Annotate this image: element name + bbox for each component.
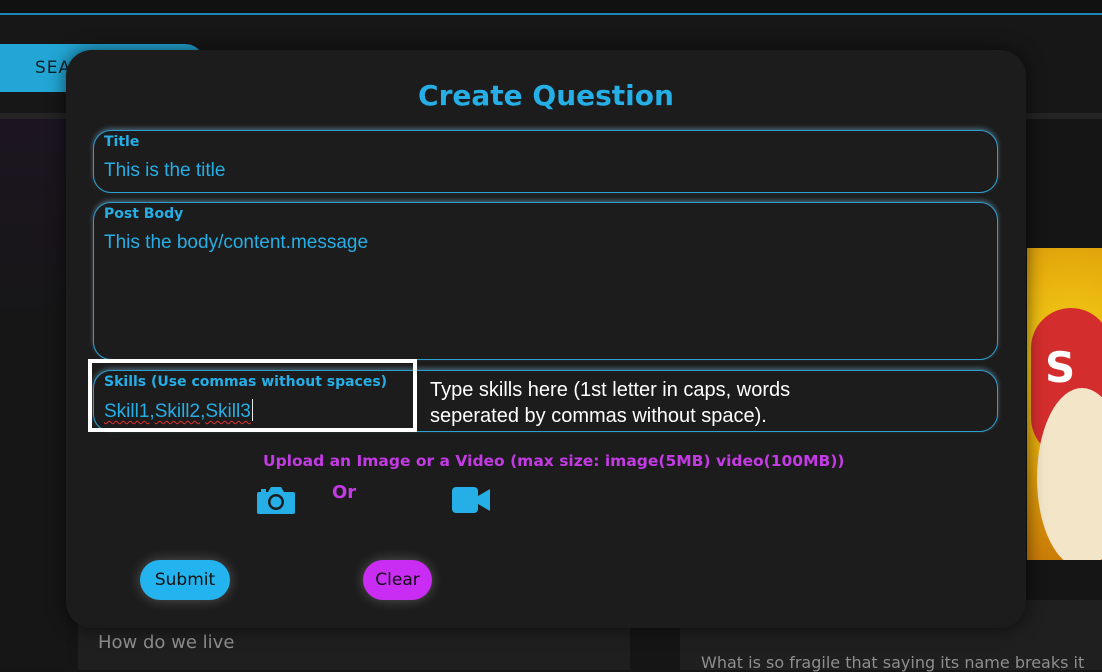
post-body-label: Post Body	[104, 206, 184, 222]
title-field-label: Title	[104, 134, 140, 150]
background-left-panel	[0, 119, 66, 670]
post-body-field[interactable]: Post Body This the body/content.message	[93, 202, 998, 360]
submit-button[interactable]: Submit	[140, 560, 230, 600]
hint-line-2: seperated by commas without space).	[430, 405, 767, 427]
top-nav-bar	[0, 0, 1102, 15]
clear-button[interactable]: Clear	[363, 560, 432, 600]
skills-hint-annotation: Type skills here (1st letter in caps, wo…	[430, 377, 870, 429]
highlight-annotation-box	[88, 359, 417, 432]
video-camera-icon[interactable]	[452, 487, 490, 513]
hint-line-1: Type skills here (1st letter in caps, wo…	[430, 379, 791, 401]
title-field[interactable]: Title This is the title	[93, 130, 998, 193]
background-post-image: S	[1027, 248, 1102, 560]
camera-icon[interactable]	[256, 484, 296, 516]
post-body-textarea[interactable]: This the body/content.message	[104, 232, 368, 254]
or-label: Or	[332, 482, 357, 503]
upload-instructions: Upload an Image or a Video (max size: im…	[263, 452, 845, 470]
modal-title: Create Question	[418, 79, 674, 112]
title-input[interactable]: This is the title	[104, 160, 225, 182]
create-question-modal: Create Question Title This is the title …	[66, 50, 1026, 628]
post-card-title-right: What is so fragile that saying its name …	[701, 653, 1085, 672]
post-card-title: How do we live	[98, 632, 235, 653]
